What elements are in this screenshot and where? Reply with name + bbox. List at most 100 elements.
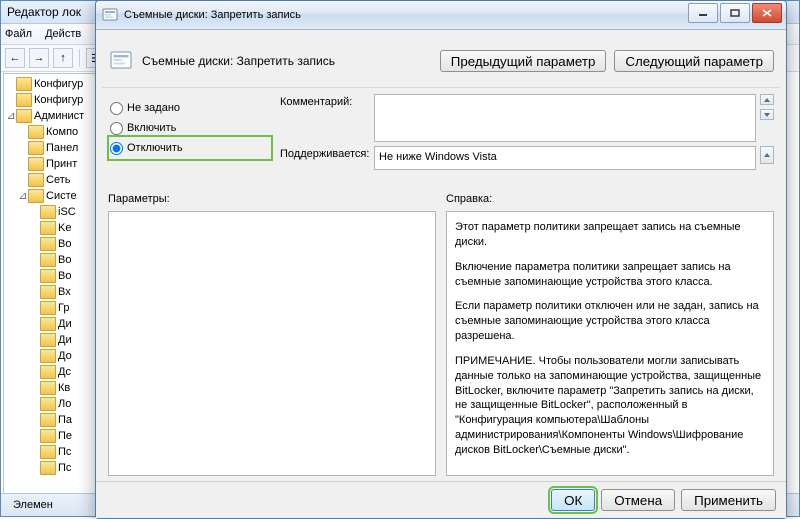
radio-disabled-input[interactable] xyxy=(110,142,123,155)
tree-node-label: Сеть xyxy=(46,174,70,186)
cancel-button[interactable]: Отмена xyxy=(601,489,675,511)
folder-icon xyxy=(40,461,56,475)
folder-icon xyxy=(40,237,56,251)
toolbar-back-button[interactable]: ← xyxy=(5,48,25,68)
folder-icon xyxy=(28,125,44,139)
radio-not-configured-input[interactable] xyxy=(110,102,123,115)
apply-button[interactable]: Применить xyxy=(681,489,776,511)
radio-enabled-label: Включить xyxy=(127,122,176,134)
tree-twisty-icon: ⊿ xyxy=(18,188,28,204)
help-paragraph: Включение параметра политики запрещает з… xyxy=(455,260,765,290)
folder-icon xyxy=(28,173,44,187)
tree-node[interactable]: Сеть xyxy=(6,172,96,188)
policy-header-icon xyxy=(108,49,134,73)
comment-spin-down[interactable] xyxy=(760,109,774,120)
tree-node[interactable]: Вх xyxy=(6,284,96,300)
chevron-down-icon xyxy=(764,113,770,117)
comment-spin-up[interactable] xyxy=(760,94,774,105)
comment-textarea[interactable] xyxy=(374,94,756,142)
tree-node[interactable]: iSC xyxy=(6,204,96,220)
tree-node-label: iSC xyxy=(58,206,76,218)
tree-node[interactable]: Ло xyxy=(6,396,96,412)
tree-node[interactable]: Пс xyxy=(6,444,96,460)
toolbar-forward-button[interactable]: → xyxy=(29,48,49,68)
radio-disabled-label: Отключить xyxy=(127,142,183,154)
dialog-header: Съемные диски: Запретить запись Предыдущ… xyxy=(102,35,780,88)
close-icon xyxy=(762,9,772,17)
tree-node-label: Конфигур xyxy=(34,94,83,106)
radio-not-configured-label: Не задано xyxy=(127,102,180,114)
help-box[interactable]: Этот параметр политики запрещает запись … xyxy=(446,211,774,476)
options-box[interactable] xyxy=(108,211,436,476)
tree-node[interactable]: ⊿Админист xyxy=(6,108,96,124)
tree-node[interactable]: Компо xyxy=(6,124,96,140)
minimize-button[interactable] xyxy=(688,3,718,23)
folder-icon xyxy=(40,381,56,395)
editor-title-text: Редактор лок xyxy=(7,5,81,19)
toolbar-up-button[interactable]: ↑ xyxy=(53,48,73,68)
tree-node[interactable]: Пе xyxy=(6,428,96,444)
folder-icon xyxy=(40,365,56,379)
radio-enabled[interactable]: Включить xyxy=(110,118,270,138)
tree-node-label: Гр xyxy=(58,302,69,314)
tree-node-label: Дс xyxy=(58,366,71,378)
tree-node[interactable]: Во xyxy=(6,236,96,252)
help-paragraph: ПРИМЕЧАНИЕ. Чтобы пользователи могли зап… xyxy=(455,354,765,458)
dialog-upper-section: Не задано Включить Отключить Комментарий… xyxy=(102,88,780,172)
menu-file[interactable]: Файл xyxy=(5,28,32,40)
folder-icon xyxy=(40,349,56,363)
tree-node[interactable]: ⊿ Систе xyxy=(6,188,96,204)
menu-action[interactable]: Действ xyxy=(45,28,81,40)
folder-icon xyxy=(40,317,56,331)
tree-node-label: Ke xyxy=(58,222,71,234)
supported-value: Не ниже Windows Vista xyxy=(379,151,497,163)
arrow-left-icon: ← xyxy=(10,52,21,64)
tree-node[interactable]: Ди xyxy=(6,316,96,332)
previous-parameter-button[interactable]: Предыдущий параметр xyxy=(440,50,607,72)
tree-node[interactable]: Принт xyxy=(6,156,96,172)
tree-node[interactable]: Ke xyxy=(6,220,96,236)
options-label: Параметры: xyxy=(108,193,436,211)
tree-node[interactable]: Во xyxy=(6,268,96,284)
folder-icon xyxy=(16,109,32,123)
ok-button[interactable]: ОК xyxy=(551,489,595,511)
maximize-button[interactable] xyxy=(720,3,750,23)
dialog-nav: Предыдущий параметр Следующий параметр xyxy=(440,50,774,72)
tree-node[interactable]: Пс xyxy=(6,460,96,476)
tree-node-label: Во xyxy=(58,238,71,250)
next-parameter-button[interactable]: Следующий параметр xyxy=(614,50,774,72)
radio-disabled[interactable]: Отключить xyxy=(110,138,270,158)
close-button[interactable] xyxy=(752,3,782,23)
dialog-lower-section: Параметры: Справка: Этот параметр полити… xyxy=(108,193,774,476)
comment-spinners xyxy=(760,94,774,120)
dialog-header-title: Съемные диски: Запретить запись xyxy=(142,54,440,68)
tree-node[interactable]: До xyxy=(6,348,96,364)
tree-node[interactable]: Панел xyxy=(6,140,96,156)
tree-node-label: Систе xyxy=(46,190,77,202)
tree-node[interactable]: Гр xyxy=(6,300,96,316)
tree-node[interactable]: Ди xyxy=(6,332,96,348)
tree-node[interactable]: Во xyxy=(6,252,96,268)
dialog-title-bar[interactable]: Съемные диски: Запретить запись xyxy=(96,1,786,30)
folder-icon xyxy=(28,141,44,155)
folder-icon xyxy=(16,93,32,107)
tree-panel[interactable]: Конфигур Конфигур ⊿Админист Компо ПанелПринт… xyxy=(3,73,97,514)
folder-icon xyxy=(28,189,44,203)
tree-node[interactable]: Па xyxy=(6,412,96,428)
dialog-title-text: Съемные диски: Запретить запись xyxy=(124,9,301,21)
tree-node-label: Компо xyxy=(46,126,78,138)
radio-not-configured[interactable]: Не задано xyxy=(110,98,270,118)
tree-node[interactable]: Кв xyxy=(6,380,96,396)
tree-node-label: До xyxy=(58,350,72,362)
supported-spinners xyxy=(760,146,774,164)
tree-node[interactable]: Конфигур xyxy=(6,76,96,92)
tree-node[interactable]: Дс xyxy=(6,364,96,380)
status-text: Элемен xyxy=(13,499,53,511)
radio-enabled-input[interactable] xyxy=(110,122,123,135)
supported-spin[interactable] xyxy=(760,146,774,164)
folder-icon xyxy=(40,269,56,283)
tree-node-label: Ло xyxy=(58,398,71,410)
supported-label: Поддерживается: xyxy=(280,146,370,160)
tree-node[interactable]: Конфигур xyxy=(6,92,96,108)
folder-icon xyxy=(40,333,56,347)
